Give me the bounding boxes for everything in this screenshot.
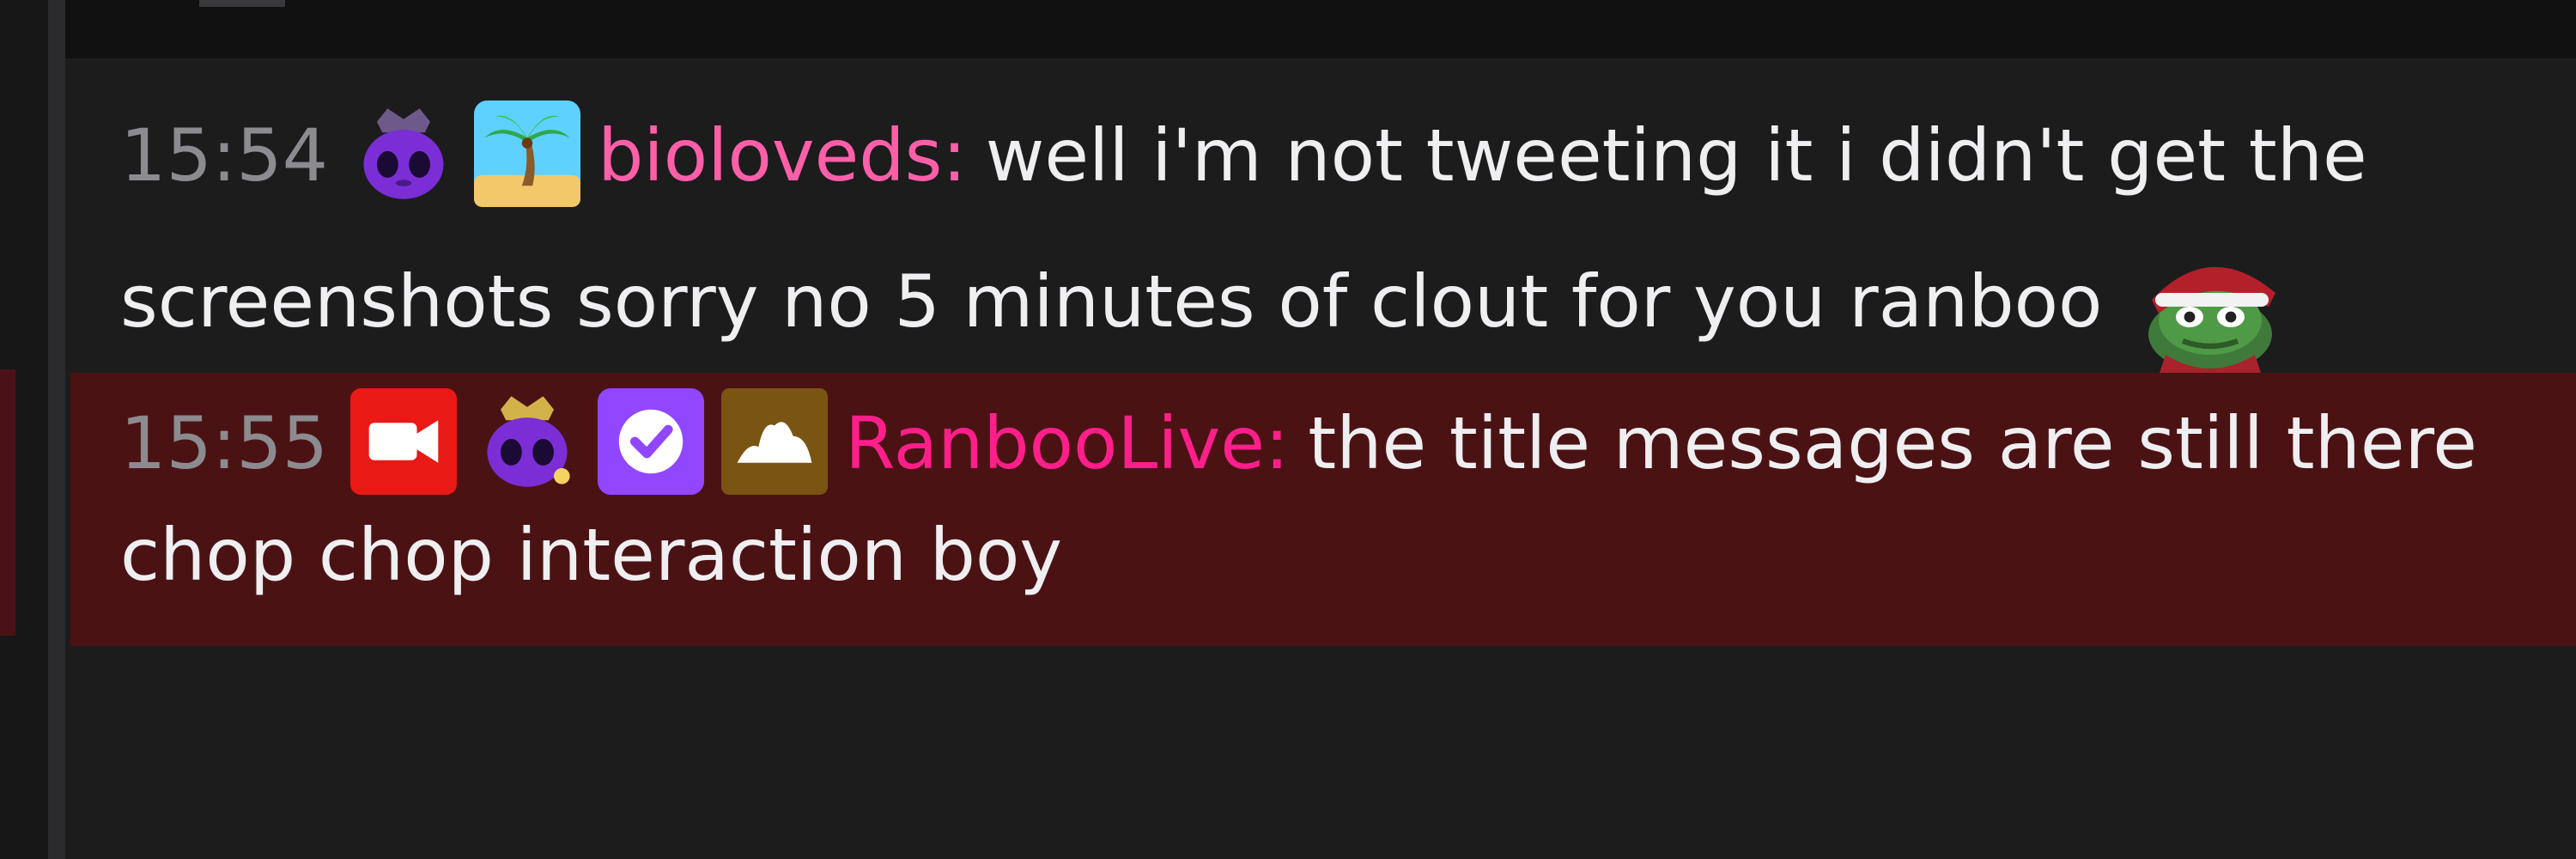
message-timestamp: 15:54 <box>120 113 329 198</box>
header-tab[interactable] <box>199 0 285 7</box>
peepo-christmas-emote-icon[interactable] <box>2124 234 2296 380</box>
mountain-peak-badge-icon[interactable] <box>721 388 829 496</box>
chat-username[interactable]: RanbooLive <box>845 401 1265 485</box>
mention-highlight-marker <box>0 369 15 636</box>
chat-window: 15:54 bioloveds: well i'm not tweeting it <box>0 0 2576 859</box>
username-separator: : <box>942 113 967 198</box>
verified-check-badge-icon[interactable] <box>598 388 705 496</box>
chat-message[interactable]: 15:54 bioloveds: well i'm not tweeting it <box>70 82 2576 393</box>
purple-crown-blob-badge-icon[interactable] <box>474 388 580 495</box>
broadcaster-camera-badge-icon[interactable] <box>350 388 458 496</box>
chat-message-highlighted[interactable]: 15:55 RanbooLive: the title messages are… <box>70 373 2576 646</box>
chat-header-bar <box>65 0 2576 58</box>
message-text: well i'm not tweeting it i didn't get th… <box>120 113 2367 344</box>
chat-username[interactable]: bioloveds <box>598 113 942 198</box>
palm-tree-island-badge-icon[interactable] <box>474 101 581 208</box>
purple-crown-blob-badge-icon[interactable] <box>350 101 457 207</box>
message-timestamp: 15:55 <box>120 401 329 485</box>
chat-message-list[interactable]: 15:54 bioloveds: well i'm not tweeting it <box>70 58 2576 859</box>
panel-divider[interactable] <box>48 0 65 859</box>
username-separator: : <box>1264 401 1290 485</box>
